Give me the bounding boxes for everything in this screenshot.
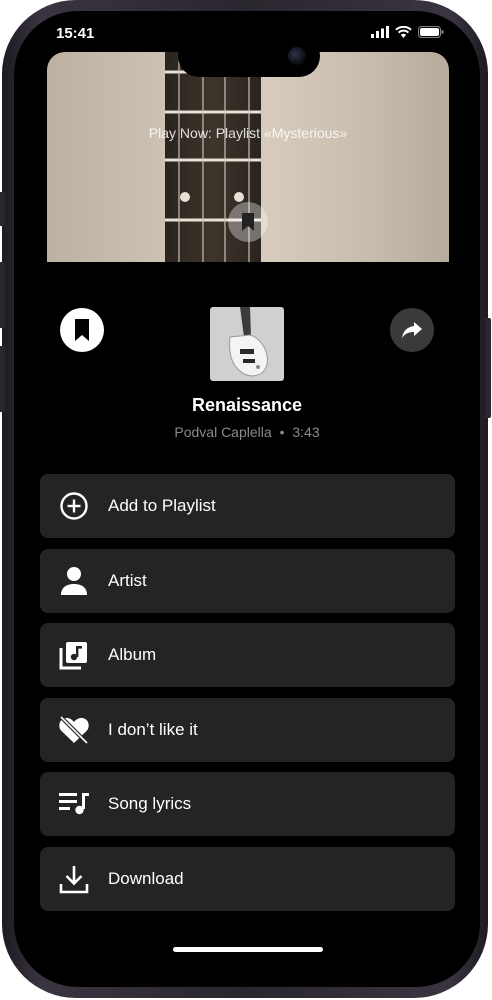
screen: 15:41 Play Now: Playlist «Mysterious» Re… xyxy=(14,11,480,987)
track-meta: Podval Caplella • 3:43 xyxy=(14,424,480,440)
menu-item-label: Add to Playlist xyxy=(108,496,216,515)
home-indicator[interactable] xyxy=(173,947,323,952)
menu-item-label: I don’t like it xyxy=(108,720,198,739)
banner-title: Play Now: Playlist «Mysterious» xyxy=(148,125,348,141)
menu-item-download[interactable]: Download xyxy=(40,847,455,911)
add-circle-icon xyxy=(58,490,90,522)
volume-up-button xyxy=(0,262,5,328)
menu-item-add-to-playlist[interactable]: Add to Playlist xyxy=(40,474,455,538)
menu-item-label: Song lyrics xyxy=(108,794,192,813)
menu-item-label: Artist xyxy=(108,571,147,590)
guitar-cover-image xyxy=(210,307,284,381)
status-icons xyxy=(371,26,444,38)
download-icon xyxy=(58,863,90,895)
bookmark-icon xyxy=(242,213,254,231)
wifi-icon xyxy=(395,26,412,38)
dynamic-island xyxy=(178,35,320,77)
volume-down-button xyxy=(0,346,5,412)
signal-icon xyxy=(371,26,389,38)
person-icon xyxy=(58,565,90,597)
menu-item-dislike[interactable]: I don’t like it xyxy=(40,698,455,762)
track-duration: 3:43 xyxy=(292,424,320,440)
menu-item-artist[interactable]: Artist xyxy=(40,549,455,613)
phone-frame: 15:41 Play Now: Playlist «Mysterious» Re… xyxy=(0,0,491,998)
heart-crossed-icon xyxy=(58,714,90,746)
menu-item-label: Download xyxy=(108,869,184,888)
track-artist[interactable]: Podval Caplella xyxy=(174,424,271,440)
track-title: Renaissance xyxy=(191,395,303,415)
share-button[interactable] xyxy=(390,308,434,352)
battery-icon xyxy=(418,26,444,38)
power-button xyxy=(485,318,491,418)
silent-switch xyxy=(0,192,5,226)
menu-item-album[interactable]: Album xyxy=(40,623,455,687)
menu-item-song-lyrics[interactable]: Song lyrics xyxy=(40,772,455,836)
banner-bookmark-button[interactable] xyxy=(228,202,268,242)
menu-item-label: Album xyxy=(108,645,157,664)
camera-icon xyxy=(288,47,306,65)
status-time: 15:41 xyxy=(56,25,95,42)
meta-separator: • xyxy=(279,424,285,440)
album-icon xyxy=(58,639,90,671)
album-cover xyxy=(210,307,284,381)
bookmark-icon xyxy=(75,319,89,341)
now-playing-banner[interactable]: Play Now: Playlist «Mysterious» xyxy=(47,52,449,262)
share-icon xyxy=(402,322,422,338)
save-track-button[interactable] xyxy=(60,308,104,352)
lyrics-icon xyxy=(58,788,90,820)
